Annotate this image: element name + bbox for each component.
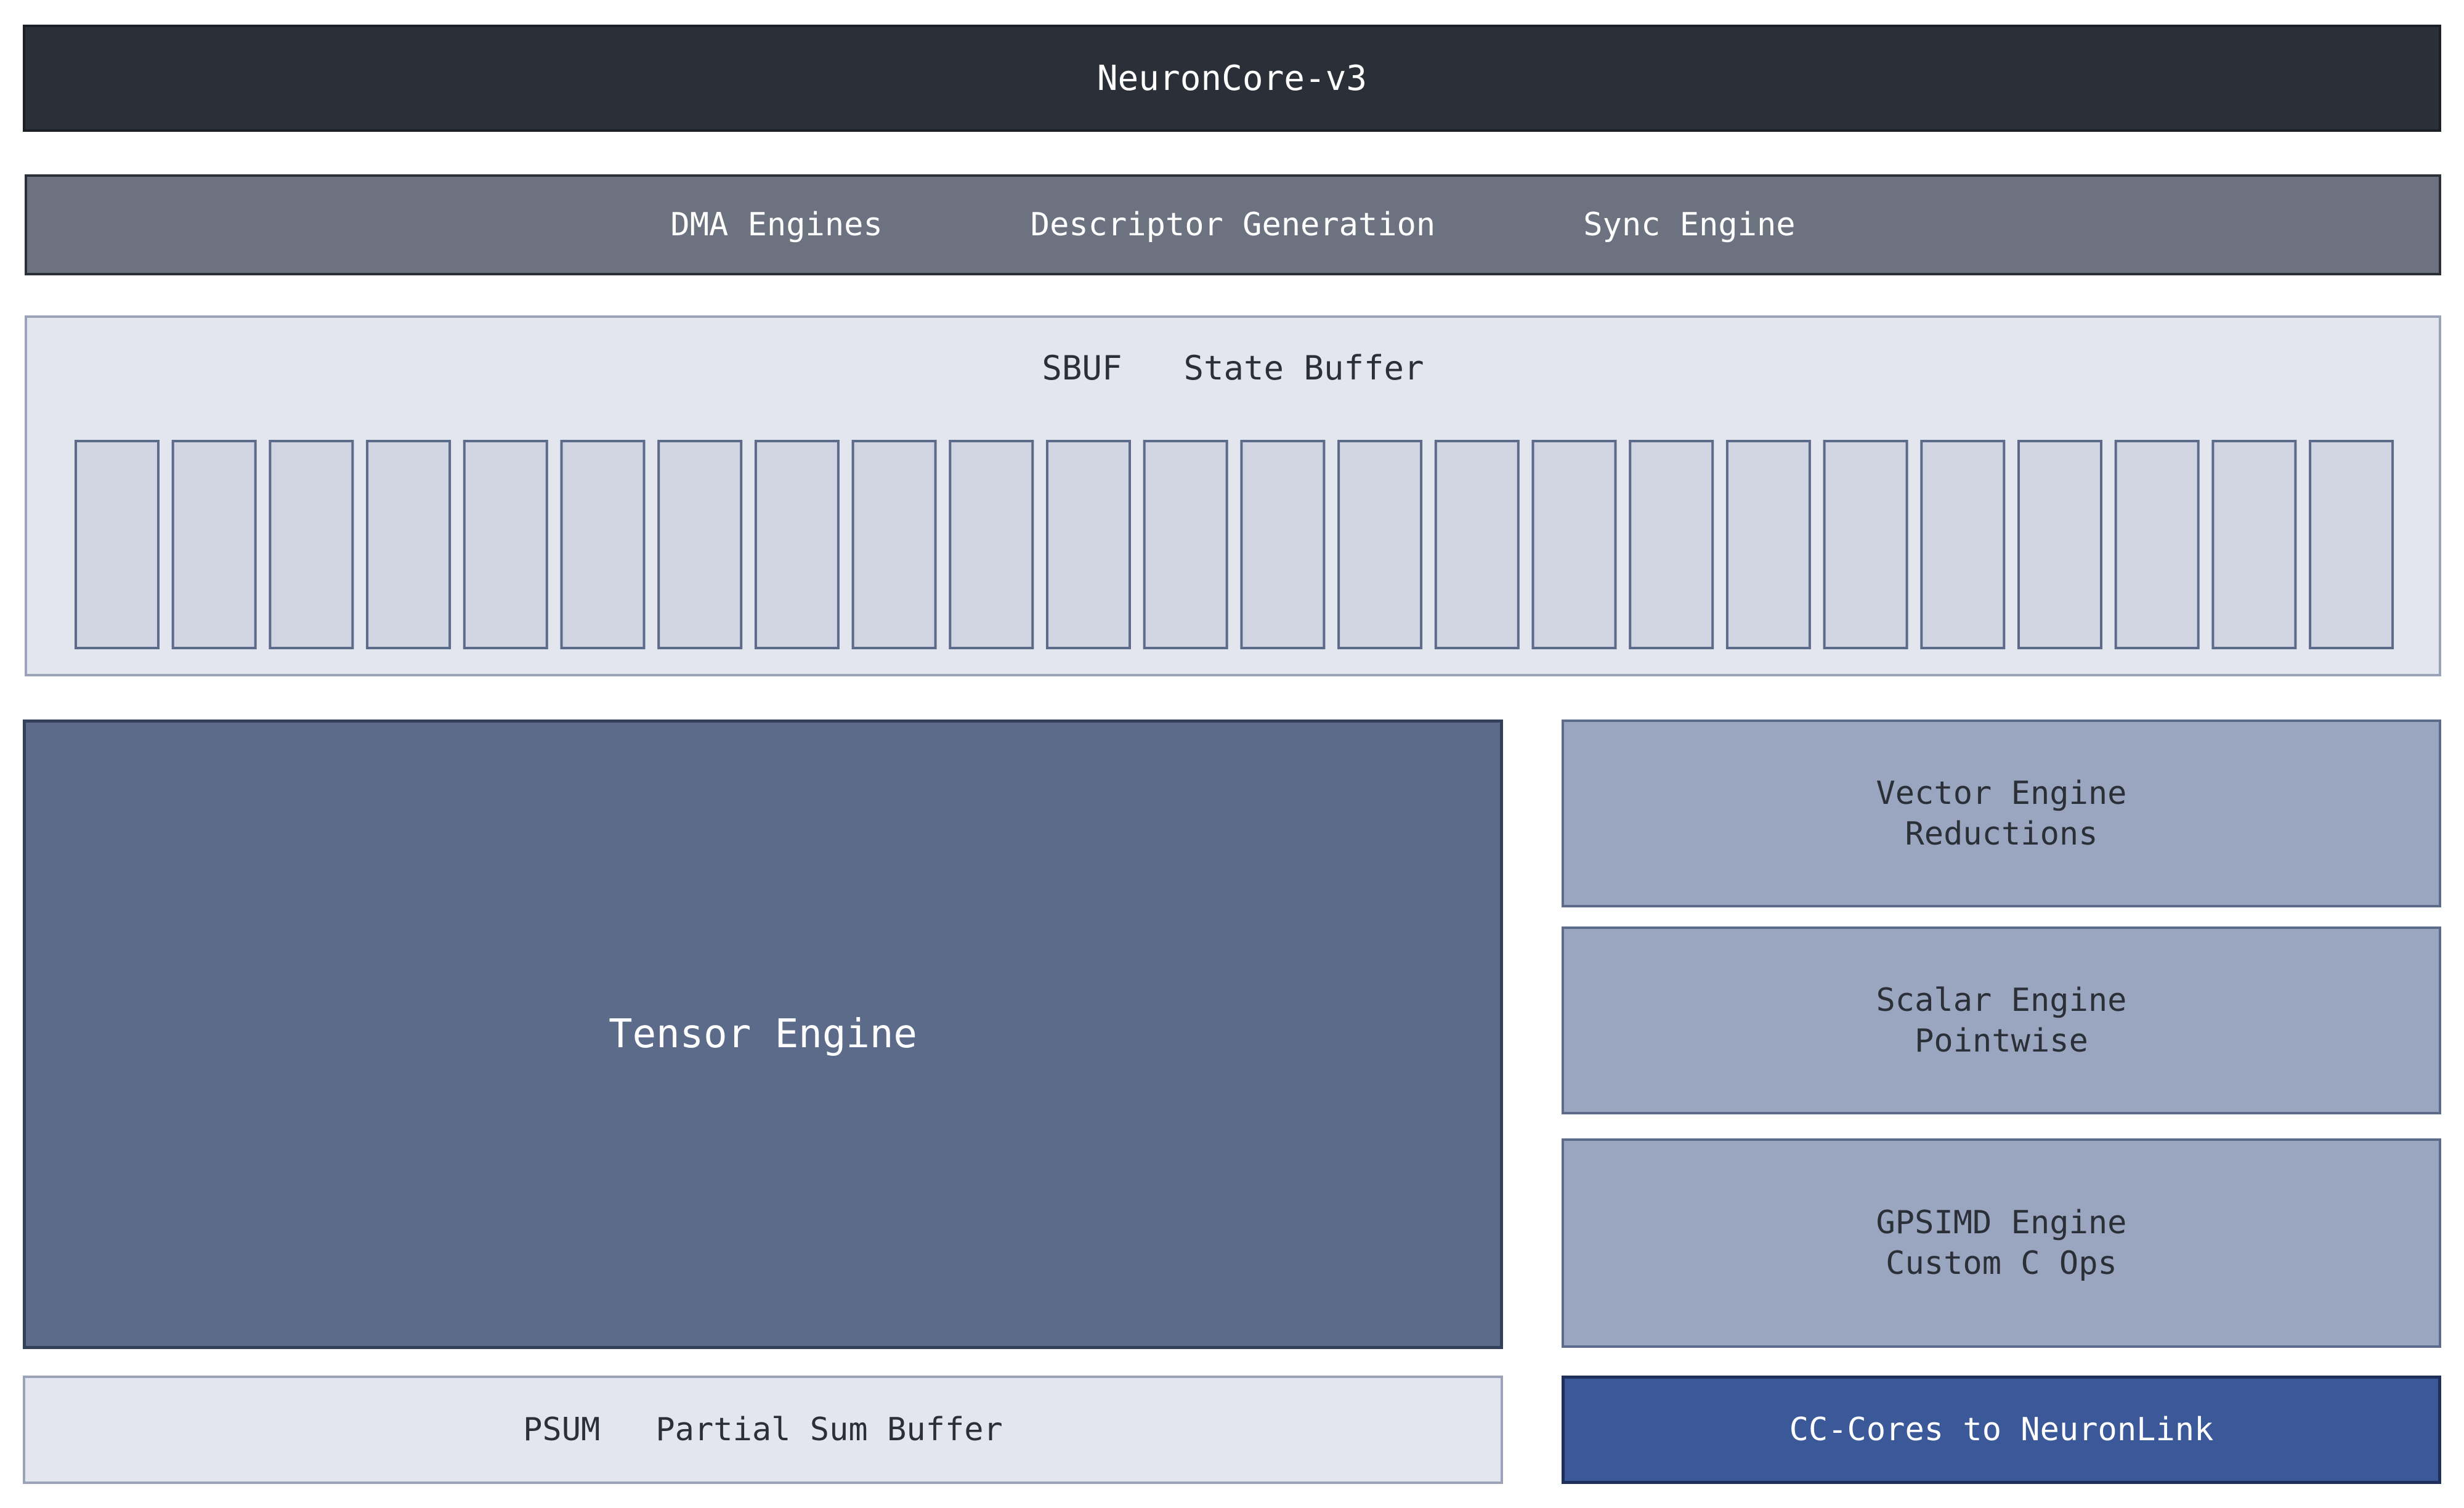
sbuf-lane — [2309, 440, 2394, 649]
vector-engine-label: Vector Engine — [1876, 774, 2127, 812]
partial-sum-buffer-block: PSUM Partial Sum Buffer — [23, 1376, 1503, 1484]
gpsimd-engine-block: GPSIMD Engine Custom C Ops — [1562, 1138, 2441, 1348]
scalar-engine-block: Scalar Engine Pointwise — [1562, 926, 2441, 1114]
sbuf-lane — [463, 440, 548, 649]
sbuf-lane — [1240, 440, 1326, 649]
sbuf-lane — [754, 440, 840, 649]
sbuf-lane — [1920, 440, 2006, 649]
sbuf-lane — [851, 440, 937, 649]
sbuf-lane — [1434, 440, 1520, 649]
sbuf-lane — [657, 440, 743, 649]
sbuf-lane — [2017, 440, 2102, 649]
descriptor-generation-label: Descriptor Generation — [1030, 206, 1436, 243]
neuroncore-title: NeuronCore-v3 — [1096, 58, 1368, 99]
psum-abbr: PSUM — [523, 1411, 601, 1448]
sbuf-lane — [171, 440, 257, 649]
sbuf-lane — [269, 440, 354, 649]
sbuf-lane — [1337, 440, 1423, 649]
cc-cores-label: CC-Cores to NeuronLink — [1789, 1411, 2214, 1448]
sbuf-lane — [1143, 440, 1228, 649]
dma-sync-bar: DMA Engines Descriptor Generation Sync E… — [25, 174, 2441, 275]
sbuf-lane — [1531, 440, 1617, 649]
sbuf-lane — [2114, 440, 2200, 649]
sbuf-lane — [2211, 440, 2297, 649]
sbuf-lane — [949, 440, 1034, 649]
sync-engine-label: Sync Engine — [1583, 206, 1796, 243]
sbuf-lane — [366, 440, 452, 649]
state-buffer-block: SBUF State Buffer — [25, 315, 2441, 676]
dma-engines-label: DMA Engines — [670, 206, 883, 243]
sbuf-lane — [1629, 440, 1714, 649]
scalar-engine-label: Scalar Engine — [1876, 981, 2127, 1019]
sbuf-lane — [1725, 440, 1811, 649]
cc-cores-block: CC-Cores to NeuronLink — [1562, 1376, 2441, 1484]
psum-name: Partial Sum Buffer — [655, 1411, 1003, 1448]
sbuf-lanes — [75, 440, 2394, 649]
gpsimd-engine-label: GPSIMD Engine — [1876, 1204, 2127, 1241]
scalar-engine-sublabel: Pointwise — [1915, 1022, 2088, 1060]
vector-engine-block: Vector Engine Reductions — [1562, 720, 2441, 907]
neuroncore-header: NeuronCore-v3 — [23, 25, 2441, 132]
sbuf-lane — [1046, 440, 1131, 649]
gpsimd-engine-sublabel: Custom C Ops — [1886, 1245, 2117, 1282]
sbuf-lane — [560, 440, 646, 649]
vector-engine-sublabel: Reductions — [1905, 815, 2098, 853]
tensor-engine-label: Tensor Engine — [609, 1011, 917, 1057]
sbuf-lane — [75, 440, 160, 649]
tensor-engine-block: Tensor Engine — [23, 720, 1503, 1349]
sbuf-lane — [1823, 440, 1908, 649]
